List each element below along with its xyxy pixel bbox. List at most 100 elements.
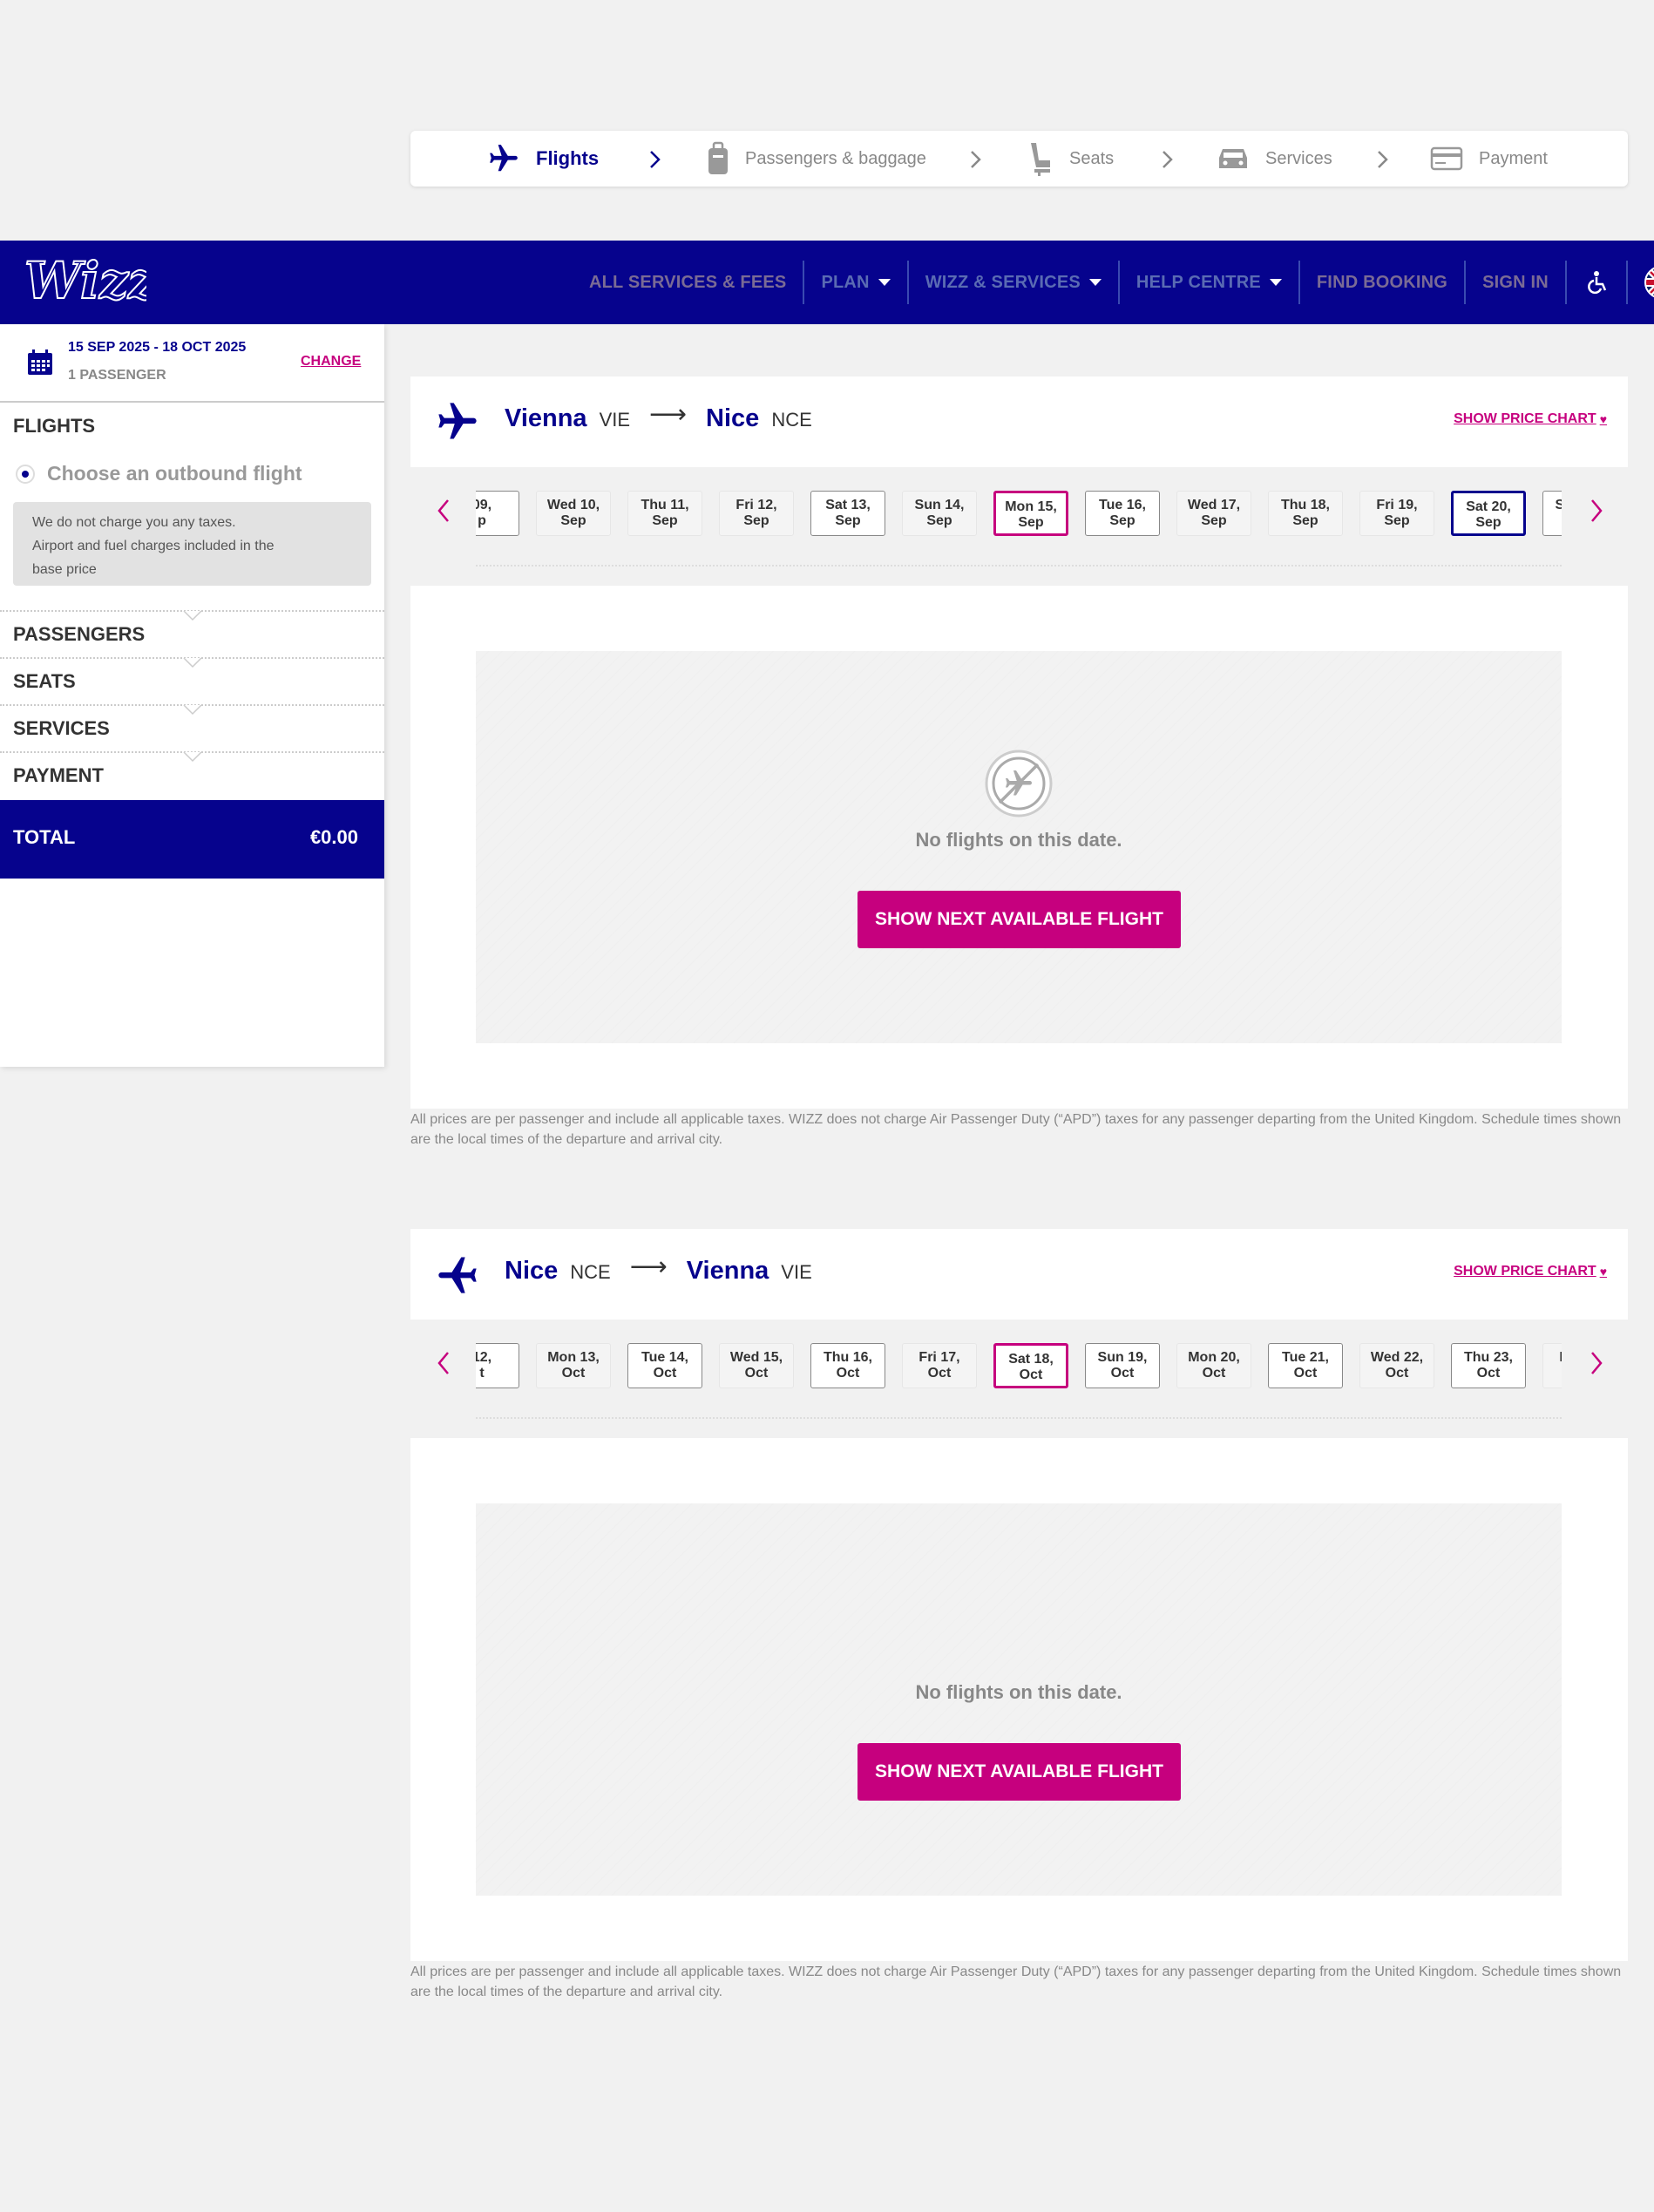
svg-text:Wizz: Wizz	[24, 254, 146, 309]
date-tile[interactable]: Mon 20, Oct	[1176, 1343, 1251, 1388]
date-day: Tue 16,	[1099, 498, 1146, 512]
date-month: Sep	[926, 513, 952, 528]
date-day: Fri 19,	[1376, 498, 1418, 512]
section-payment[interactable]: PAYMENT	[13, 764, 104, 787]
nav-label: SIGN IN	[1482, 272, 1549, 292]
return-date-strip: 12, t Mon 13, Oct Tue 14, Oct Wed 15, Oct Thu 16…	[410, 1330, 1628, 1443]
heart-icon: ♥	[1599, 1265, 1607, 1279]
date-tile[interactable]: Tue 21, Oct	[1268, 1343, 1343, 1388]
return-route-header: Nice NCE ⟶ Vienna VIE SHOW PRICE CHART ♥	[410, 1229, 1628, 1320]
date-tile[interactable]: Fri 24,Oct	[1542, 1343, 1562, 1388]
nav-find-booking[interactable]: FIND BOOKING	[1300, 241, 1464, 324]
main-nav: ALL SERVICES & FEES PLAN WIZZ & SERVICES…	[573, 241, 1654, 324]
step-seats[interactable]: Seats	[1027, 131, 1114, 187]
accessibility-button[interactable]	[1567, 241, 1626, 324]
date-tile[interactable]: Thu 16, Oct	[810, 1343, 885, 1388]
step-label: Passengers & baggage	[745, 148, 926, 168]
choose-outbound-label: Choose an outbound flight	[47, 462, 302, 485]
section-seats[interactable]: SEATS	[13, 670, 76, 693]
section-services[interactable]: SERVICES	[13, 717, 110, 740]
date-tile[interactable]: Thu 18, Sep	[1268, 491, 1343, 536]
heart-icon: ♥	[1599, 412, 1607, 426]
date-tile[interactable]: Sun 19, Oct	[1085, 1343, 1160, 1388]
date-tile[interactable]: Tue 16, Sep	[1085, 491, 1160, 536]
show-price-chart-link[interactable]: SHOW PRICE CHART ♥	[1454, 1264, 1607, 1279]
date-tile[interactable]: Sun 14, Sep	[902, 491, 977, 536]
destination-code: NCE	[771, 409, 812, 431]
date-day: Sat 20,	[1466, 499, 1511, 514]
date-month: Oct	[561, 1366, 586, 1381]
wizz-logo[interactable]: Wizz	[24, 254, 146, 309]
credit-card-icon	[1430, 146, 1463, 171]
date-day: Sun 21,	[1555, 498, 1562, 512]
language-selector[interactable]	[1628, 241, 1654, 324]
date-day: Thu 18,	[1280, 498, 1330, 512]
nav-sign-in[interactable]: SIGN IN	[1466, 241, 1565, 324]
date-tile[interactable]: Sat 20, Sep	[1451, 491, 1526, 536]
date-tile[interactable]: Fri 12, Sep	[719, 491, 794, 536]
chevron-right-icon[interactable]	[1590, 1351, 1603, 1375]
date-month: t	[479, 1366, 485, 1381]
caret-down-icon	[878, 279, 891, 286]
date-month: Oct	[744, 1366, 769, 1381]
date-day: 12,	[476, 1350, 492, 1365]
caret-down-icon	[1088, 279, 1102, 286]
nav-plan[interactable]: PLAN	[804, 241, 906, 324]
date-tile[interactable]: Thu 23, Oct	[1451, 1343, 1526, 1388]
chevron-left-icon[interactable]	[437, 499, 451, 523]
show-next-available-flight-button[interactable]: SHOW NEXT AVAILABLE FLIGHT	[858, 1743, 1181, 1801]
step-label: Services	[1265, 148, 1332, 168]
strip-divider	[476, 565, 1562, 567]
date-tile[interactable]: Mon 13, Oct	[536, 1343, 611, 1388]
route-title: Vienna VIE ⟶ Nice NCE	[505, 400, 831, 433]
price-chart-label: SHOW PRICE CHART	[1454, 1264, 1596, 1279]
date-tile[interactable]: Fri 17, Oct	[902, 1343, 977, 1388]
step-label: Seats	[1069, 148, 1115, 168]
step-flights[interactable]: Flights	[487, 131, 599, 187]
date-tile[interactable]: 09, p	[476, 491, 519, 536]
chevron-left-icon[interactable]	[437, 1351, 451, 1375]
date-tile[interactable]: Tue 14, Oct	[627, 1343, 702, 1388]
total-price-bar: TOTAL €0.00	[0, 800, 384, 879]
date-day: Sun 14,	[914, 498, 965, 512]
chevron-right-icon[interactable]	[1590, 499, 1603, 523]
show-price-chart-link[interactable]: SHOW PRICE CHART ♥	[1454, 411, 1607, 427]
total-value: €0.00	[309, 826, 358, 848]
date-tile[interactable]: Sun 21,Sep	[1542, 491, 1562, 536]
date-tile[interactable]: Wed 17, Sep	[1176, 491, 1251, 536]
destination-city: Nice	[706, 404, 760, 432]
step-passengers[interactable]: Passengers & baggage	[707, 131, 926, 187]
no-flights-message: No flights on this date.	[915, 829, 1122, 851]
step-payment[interactable]: Payment	[1430, 131, 1548, 187]
date-tile[interactable]: Wed 10, Sep	[536, 491, 611, 536]
nav-help-centre[interactable]: HELP CENTRE	[1120, 241, 1298, 324]
flights-heading: FLIGHTS	[13, 415, 96, 437]
price-disclaimer: All prices are per passenger and include…	[410, 1964, 1622, 1999]
date-tile[interactable]: Thu 11, Sep	[627, 491, 702, 536]
nav-wizz-services[interactable]: WIZZ & SERVICES	[909, 241, 1118, 324]
date-tile[interactable]: 12, t	[476, 1343, 519, 1388]
date-tile[interactable]: Sat 13, Sep	[810, 491, 885, 536]
tax-note-line: We do not charge you any taxes.	[32, 515, 236, 530]
origin-city: Nice	[505, 1257, 559, 1285]
nav-all-services-fees[interactable]: ALL SERVICES & FEES	[573, 241, 803, 324]
show-next-available-flight-button[interactable]: SHOW NEXT AVAILABLE FLIGHT	[858, 891, 1181, 948]
empty-results-area: No flights on this date. SHOW NEXT AVAIL…	[476, 651, 1562, 1043]
outbound-flight-selector[interactable]: Choose an outbound flight	[16, 462, 302, 485]
nav-label: WIZZ & SERVICES	[925, 272, 1081, 292]
radio-selected-icon	[16, 464, 35, 484]
date-tile[interactable]: Wed 22, Oct	[1359, 1343, 1434, 1388]
date-tile[interactable]: Mon 15, Sep	[993, 491, 1068, 536]
change-link[interactable]: CHANGE	[301, 354, 361, 370]
calendar-icon	[28, 349, 52, 375]
step-services[interactable]: Services	[1217, 131, 1332, 187]
date-month: Oct	[1202, 1366, 1226, 1381]
date-month: Sep	[1109, 513, 1135, 528]
date-tile[interactable]: Wed 15, Oct	[719, 1343, 794, 1388]
date-tile[interactable]: Sat 18, Oct	[993, 1343, 1068, 1388]
date-tile[interactable]: Fri 19, Sep	[1359, 491, 1434, 536]
date-day: Thu 16,	[823, 1350, 872, 1365]
date-day: Mon 15,	[1005, 499, 1057, 514]
tax-note-line: Airport and fuel charges included in the	[32, 539, 275, 553]
section-passengers[interactable]: PASSENGERS	[13, 623, 145, 646]
